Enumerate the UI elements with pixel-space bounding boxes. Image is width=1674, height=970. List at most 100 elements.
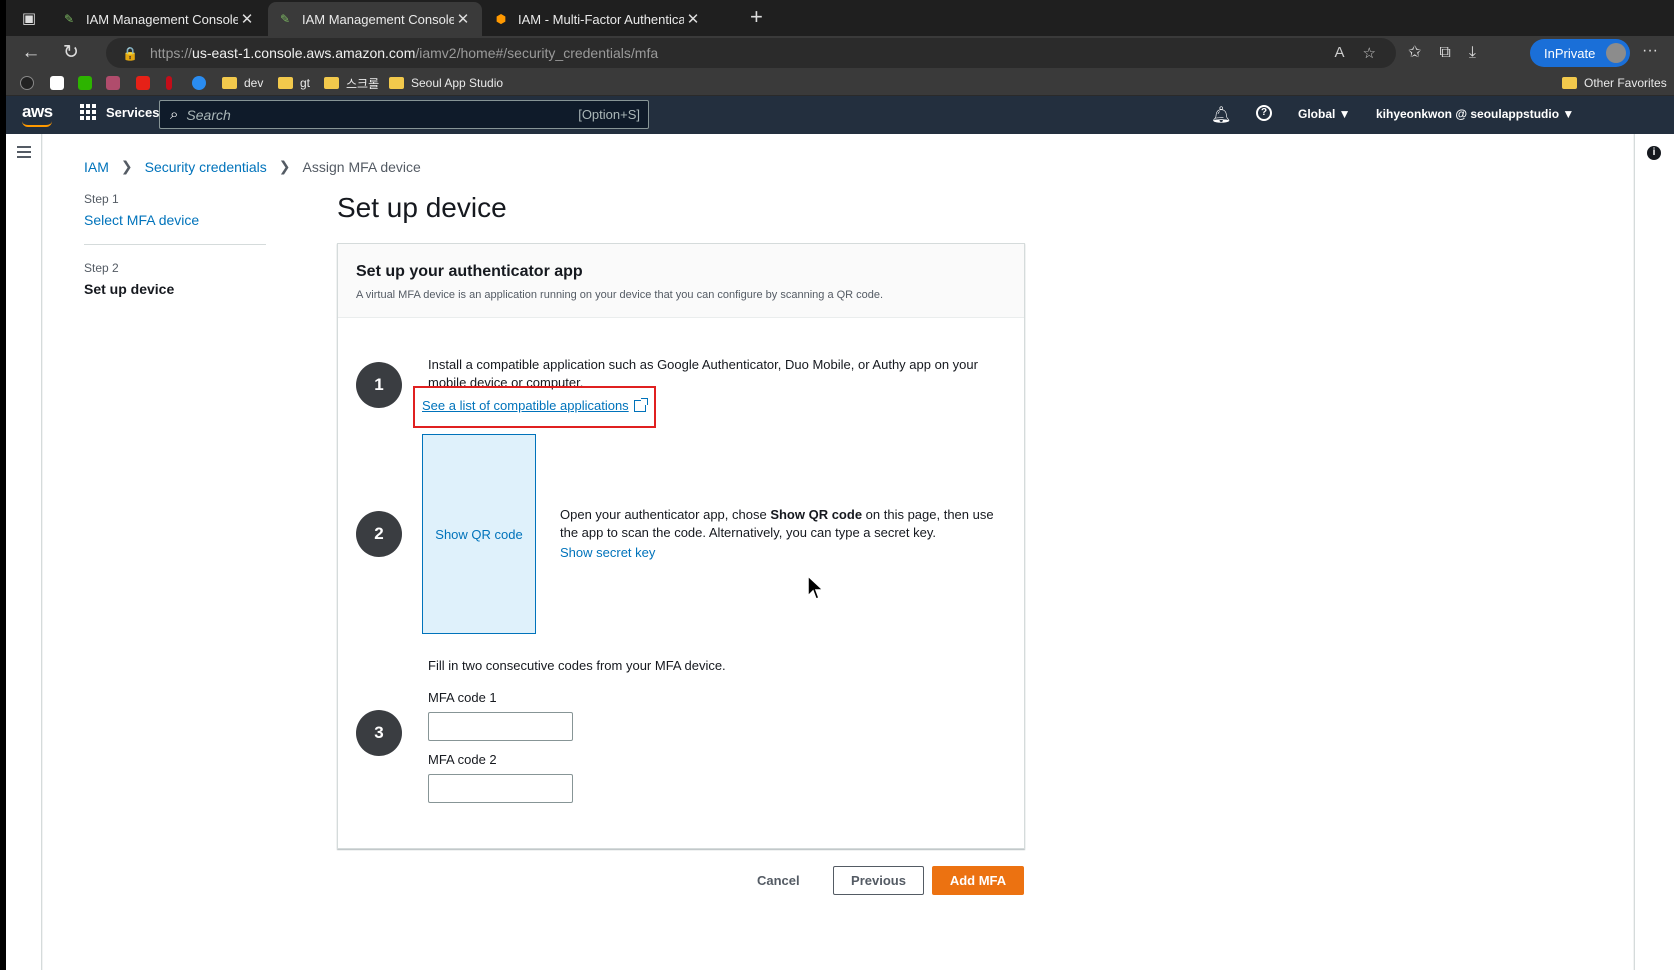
mfa-code-2-input[interactable] <box>428 774 573 803</box>
url-text: https://us-east-1.console.aws.amazon.com… <box>150 45 659 61</box>
panel-description: A virtual MFA device is an application r… <box>356 289 884 301</box>
services-menu-button[interactable]: Services <box>80 104 160 120</box>
refresh-icon[interactable]: ↻ <box>58 40 84 66</box>
lock-icon: 🔒 <box>122 46 139 61</box>
mfa-code-2-label: MFA code 2 <box>428 752 497 767</box>
services-grid-icon <box>80 104 96 120</box>
mouse-cursor-icon <box>807 574 825 600</box>
bookmark-folder-dev[interactable]: dev <box>222 74 263 92</box>
help-icon[interactable]: ? <box>1256 105 1272 121</box>
step-number-1: 1 <box>356 362 402 408</box>
aws-favicon-icon: ⬢ <box>495 12 507 26</box>
youtube-icon <box>136 76 150 90</box>
account-menu[interactable]: kihyeonkwon @ seoulappstudio ▼ <box>1376 107 1574 121</box>
iam-favicon-icon: ✎ <box>63 12 75 26</box>
address-toolbar: ← ↻ 🔒 https://us-east-1.console.aws.amaz… <box>6 36 1674 70</box>
address-bar[interactable]: 🔒 https://us-east-1.console.aws.amazon.c… <box>106 38 1396 68</box>
panel-title: Set up your authenticator app <box>356 263 583 280</box>
show-qr-code-label: Show QR code <box>435 526 523 542</box>
add-mfa-button[interactable]: Add MFA <box>932 866 1024 895</box>
aws-logo[interactable]: aws <box>22 102 53 122</box>
services-label: Services <box>106 104 160 120</box>
side-nav-strip <box>6 134 42 970</box>
profile-avatar <box>1606 43 1626 63</box>
app-icon <box>106 76 120 90</box>
cancel-button[interactable]: Cancel <box>757 873 800 888</box>
previous-button[interactable]: Previous <box>833 866 924 895</box>
bookmark-netflix[interactable] <box>166 74 178 92</box>
bookmark-notion[interactable] <box>50 74 70 92</box>
new-tab-icon[interactable]: + <box>750 6 763 28</box>
github-icon <box>20 76 34 90</box>
step-1-label: Step 1 <box>84 192 119 206</box>
more-icon[interactable]: ··· <box>1642 42 1658 60</box>
folder-icon <box>222 77 237 89</box>
mfa-code-1-label: MFA code 1 <box>428 690 497 705</box>
tab-actions-icon[interactable]: ▣ <box>18 8 40 30</box>
chevron-right-icon: ❯ <box>120 158 133 174</box>
close-tab-icon[interactable]: ✕ <box>454 10 472 28</box>
tab-iam-console-1[interactable]: ✎ IAM Management Console ✕ <box>52 2 266 36</box>
scan-instructions-text: Open your authenticator app, chose Show … <box>560 507 994 540</box>
netflix-icon <box>166 76 172 90</box>
aws-search-input[interactable]: ⌕ Search [Option+S] <box>159 100 649 129</box>
step-divider <box>84 244 266 245</box>
inprivate-button[interactable]: InPrivate <box>1530 39 1630 67</box>
bookmark-youtube[interactable] <box>136 74 156 92</box>
show-secret-key-link[interactable]: Show secret key <box>560 544 655 562</box>
mfa-code-1-input[interactable] <box>428 712 573 741</box>
tab-title: IAM Management Console <box>86 11 238 27</box>
search-placeholder: Search <box>186 106 231 123</box>
add-favorite-icon[interactable]: ☆ <box>1363 44 1376 62</box>
read-aloud-icon[interactable]: A <box>1335 44 1345 62</box>
bookmark-app[interactable] <box>106 74 126 92</box>
bookmark-github[interactable] <box>20 74 40 92</box>
region-selector[interactable]: Global ▼ <box>1298 107 1351 121</box>
naver-icon <box>78 76 92 90</box>
breadcrumb: IAM ❯ Security credentials ❯ Assign MFA … <box>84 158 421 175</box>
search-shortcut: [Option+S] <box>578 107 640 122</box>
close-tab-icon[interactable]: ✕ <box>238 10 256 28</box>
step-1-link[interactable]: Select MFA device <box>84 212 266 228</box>
main-content: IAM ❯ Security credentials ❯ Assign MFA … <box>43 134 1633 970</box>
back-icon[interactable]: ← <box>18 40 44 66</box>
notifications-bell-icon[interactable]: 🔔︎ <box>1211 105 1231 125</box>
info-icon[interactable]: i <box>1647 146 1661 160</box>
tab-title: IAM - Multi-Factor Authenticat <box>518 11 684 27</box>
folder-icon <box>278 77 293 89</box>
tab-iam-console-2[interactable]: ✎ IAM Management Console ✕ <box>268 2 482 36</box>
step-number-3: 3 <box>356 710 402 756</box>
bookmarks-bar: dev gt 스크롤 Seoul App Studio Other Favori… <box>6 70 1674 96</box>
m-app-icon <box>192 76 206 90</box>
collections-icon[interactable]: ⧉ <box>1439 40 1450 66</box>
bookmark-folder-seoul[interactable]: Seoul App Studio <box>389 74 503 92</box>
tab-title: IAM Management Console <box>302 11 454 27</box>
show-qr-code-button[interactable]: Show QR code <box>422 434 536 634</box>
tab-bar: ▣ ✎ IAM Management Console ✕ ✎ IAM Manag… <box>6 0 1674 36</box>
bookmark-other-favorites[interactable]: Other Favorites <box>1562 74 1667 92</box>
favorites-icon[interactable]: ✩ <box>1408 40 1421 66</box>
bookmark-m[interactable] <box>192 74 212 92</box>
breadcrumb-current: Assign MFA device <box>302 158 421 175</box>
browser-window: ▣ ✎ IAM Management Console ✕ ✎ IAM Manag… <box>6 0 1674 970</box>
aws-smile-icon <box>22 121 52 127</box>
folder-icon <box>1562 77 1577 89</box>
menu-icon[interactable] <box>17 146 31 161</box>
bookmark-folder-scroll[interactable]: 스크롤 <box>324 74 379 92</box>
install-app-text: Install a compatible application such as… <box>428 357 978 390</box>
downloads-icon[interactable]: ⤓ <box>1469 40 1476 66</box>
bookmark-folder-gt[interactable]: gt <box>278 74 310 92</box>
breadcrumb-iam[interactable]: IAM <box>84 159 109 175</box>
console-area: IAM ❯ Security credentials ❯ Assign MFA … <box>6 134 1674 970</box>
notion-icon <box>50 76 64 90</box>
search-icon: ⌕ <box>170 106 179 123</box>
iam-favicon-icon: ✎ <box>279 12 291 26</box>
step-2-current: Set up device <box>84 281 175 297</box>
page-title: Set up device <box>337 192 507 223</box>
highlight-box <box>413 386 656 428</box>
close-tab-icon[interactable]: ✕ <box>684 10 702 28</box>
breadcrumb-security-credentials[interactable]: Security credentials <box>145 159 267 175</box>
tab-iam-mfa[interactable]: ⬢ IAM - Multi-Factor Authenticat ✕ <box>484 2 712 36</box>
info-panel-strip: i <box>1634 134 1674 970</box>
bookmark-naver[interactable] <box>78 74 98 92</box>
